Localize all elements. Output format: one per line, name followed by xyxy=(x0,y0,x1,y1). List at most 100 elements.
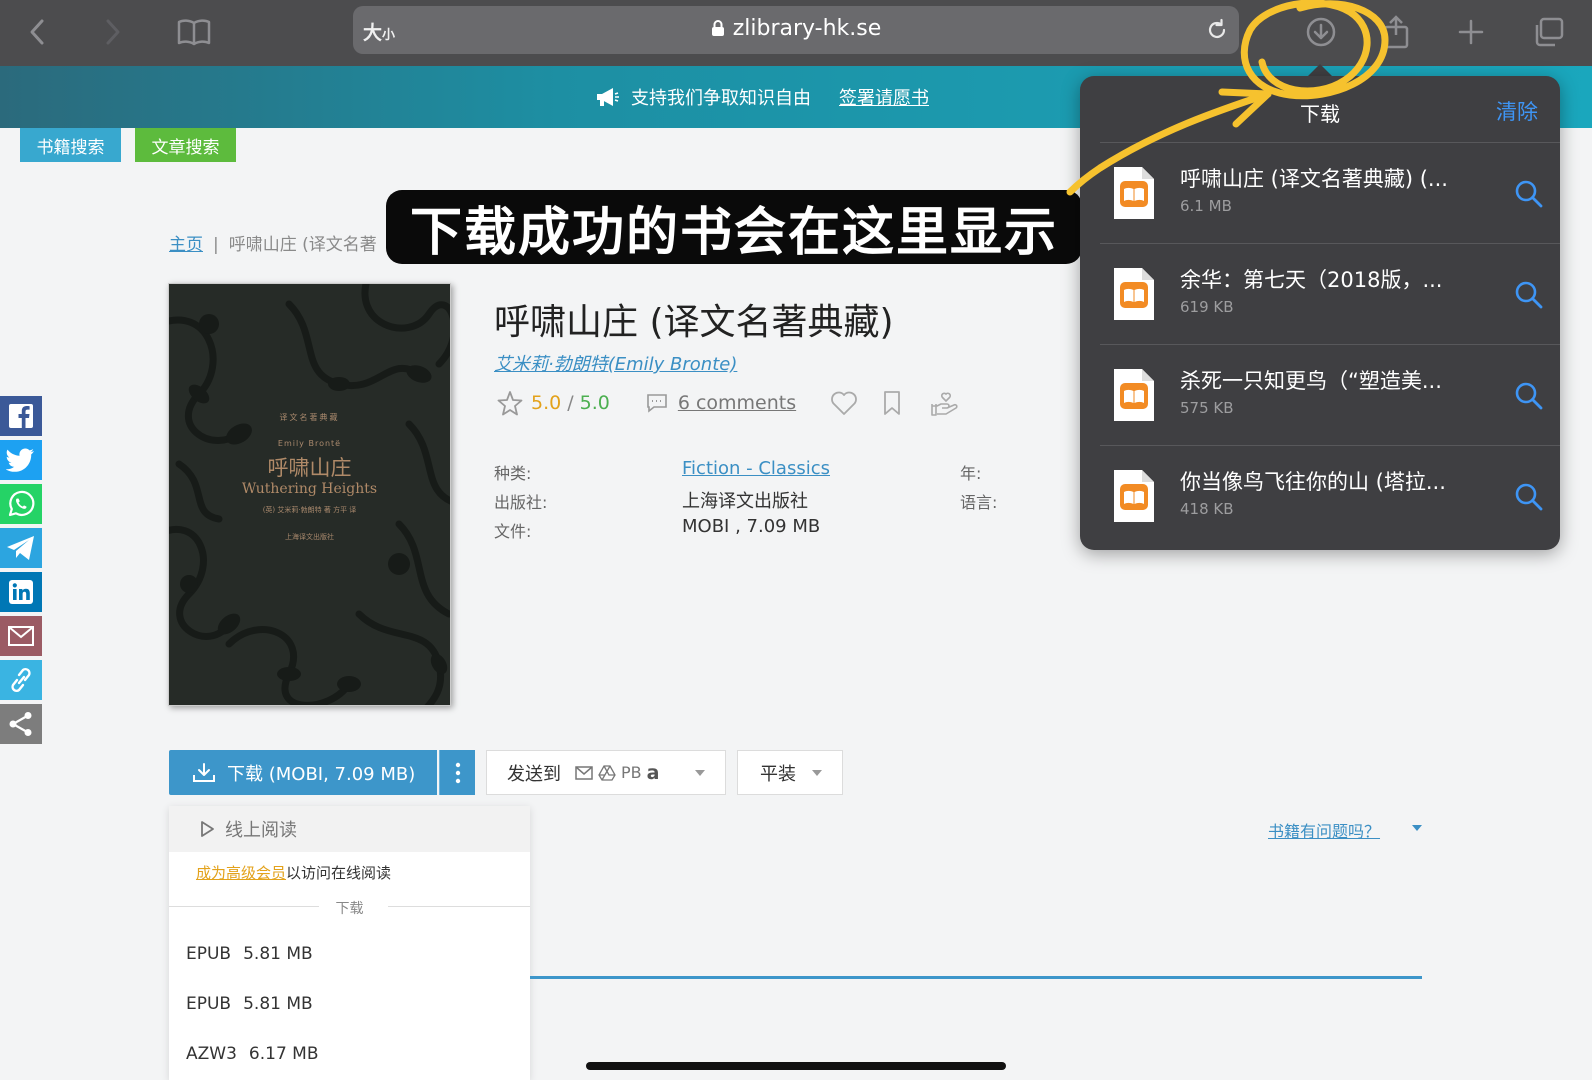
format-option[interactable]: EPUB 5.81 MB xyxy=(186,944,313,964)
book-cover[interactable]: 译文名著典藏 Emily Brontë 呼啸山庄 Wuthering Heigh… xyxy=(168,283,451,706)
clear-downloads-button[interactable]: 清除 xyxy=(1496,96,1538,126)
premium-link[interactable]: 成为高级会员 xyxy=(196,864,286,882)
publisher-label: 出版社: xyxy=(494,493,548,512)
megaphone-icon xyxy=(597,88,619,106)
whatsapp-share-button[interactable] xyxy=(0,484,42,524)
rating-row: 5.0 / 5.0 6 comments xyxy=(497,388,962,418)
download-item[interactable]: 余华：第七天（2018版，... 619 KB xyxy=(1100,243,1560,345)
download-item-size: 418 KB xyxy=(1180,500,1234,518)
category-label: 种类: xyxy=(494,464,532,483)
download-item-size: 575 KB xyxy=(1180,399,1234,417)
share-sheet-icon[interactable] xyxy=(1378,12,1414,52)
telegram-share-button[interactable] xyxy=(0,528,42,568)
comment-icon xyxy=(647,394,667,413)
year-label: 年: xyxy=(960,464,982,483)
download-dropdown: 线上阅读 成为高级会员以访问在线阅读 下载 EPUB 5.81 MB EPUB 5.… xyxy=(169,806,530,1080)
book-file-icon xyxy=(1114,167,1154,219)
twitter-icon xyxy=(6,448,34,472)
facebook-icon xyxy=(9,404,33,428)
book-title: 呼啸山庄 (译文名著典藏) xyxy=(494,302,894,343)
chevron-down-icon xyxy=(695,770,705,776)
banner-message: 支持我们争取知识自由 xyxy=(631,88,811,109)
download-item[interactable]: 你当像鸟飞往你的山 (塔拉... 418 KB xyxy=(1100,445,1560,547)
book-file-icon xyxy=(1114,470,1154,522)
book-file-icon xyxy=(1114,268,1154,320)
reload-icon[interactable] xyxy=(1205,18,1229,42)
tabs-overview-icon[interactable] xyxy=(1530,12,1566,52)
category-link[interactable]: Fiction - Classics xyxy=(682,458,830,479)
new-tab-icon[interactable] xyxy=(1454,12,1488,52)
bookmarks-icon[interactable] xyxy=(176,12,212,52)
forward-button[interactable] xyxy=(98,12,128,52)
share-icon xyxy=(9,712,32,736)
file-label: 文件: xyxy=(494,522,532,541)
tab-underline xyxy=(530,976,1422,979)
book-author-link[interactable]: 艾米莉·勃朗特(Emily Bronte) xyxy=(494,350,737,376)
twitter-share-button[interactable] xyxy=(0,440,42,480)
download-item[interactable]: 杀死一只知更鸟（“塑造美... 575 KB xyxy=(1100,344,1560,446)
download-item-name: 你当像鸟飞往你的山 (塔拉... xyxy=(1180,470,1446,494)
breadcrumb-home-link[interactable]: 主页 xyxy=(169,235,203,255)
publisher-value: 上海译文出版社 xyxy=(682,491,808,512)
email-icon xyxy=(8,626,34,646)
download-item-name: 呼啸山庄 (译文名著典藏) (... xyxy=(1180,167,1448,191)
rating-separator: / xyxy=(567,392,574,414)
binding-select[interactable]: 平装 xyxy=(737,750,843,795)
linkedin-icon xyxy=(9,580,33,604)
star-icon[interactable] xyxy=(497,390,523,416)
download-button[interactable]: 下载 (MOBI, 7.09 MB) xyxy=(169,750,437,795)
address-bar[interactable]: 大小 zlibrary-hk.se xyxy=(353,6,1239,54)
chevron-down-icon xyxy=(812,770,822,776)
send-to-button[interactable]: 发送到 PB a xyxy=(486,750,726,795)
read-online-item[interactable]: 线上阅读 xyxy=(169,806,530,852)
book-file-icon xyxy=(1114,369,1154,421)
play-icon xyxy=(201,821,214,837)
magnifier-icon[interactable] xyxy=(1514,280,1544,310)
download-item-size: 619 KB xyxy=(1180,298,1234,316)
book-problem-link[interactable]: 书籍有问题吗？ xyxy=(1268,818,1380,842)
download-options-button[interactable] xyxy=(439,750,475,795)
premium-note: 成为高级会员以访问在线阅读 xyxy=(196,864,392,882)
chevron-down-icon[interactable] xyxy=(1412,825,1422,831)
download-item[interactable]: 呼啸山庄 (译文名著典藏) (... 6.1 MB xyxy=(1100,142,1560,244)
facebook-share-button[interactable] xyxy=(0,396,42,436)
magnifier-icon[interactable] xyxy=(1514,179,1544,209)
heart-icon[interactable] xyxy=(830,390,858,416)
breadcrumb-current: 呼啸山庄 (译文名著 xyxy=(228,235,377,255)
downloads-icon[interactable] xyxy=(1303,12,1339,52)
donate-hand-icon[interactable] xyxy=(930,389,962,417)
magnifier-icon[interactable] xyxy=(1514,482,1544,512)
bookmark-icon[interactable] xyxy=(882,390,902,416)
rating-max: 5.0 xyxy=(579,392,610,414)
amazon-icon: a xyxy=(646,761,660,784)
more-vertical-icon xyxy=(455,762,460,783)
google-drive-icon xyxy=(598,764,616,781)
breadcrumb-separator: | xyxy=(213,235,219,255)
format-option[interactable]: AZW3 6.17 MB xyxy=(186,1044,319,1064)
tab-book-search[interactable]: 书籍搜索 xyxy=(20,128,121,162)
rating-value: 5.0 xyxy=(531,392,562,414)
petition-link[interactable]: 签署请愿书 xyxy=(839,84,929,110)
more-share-button[interactable] xyxy=(0,704,42,744)
video-caption: 下载成功的书会在这里显示 xyxy=(386,190,1082,264)
copy-link-button[interactable] xyxy=(0,660,42,700)
back-button[interactable] xyxy=(22,12,52,52)
email-icon xyxy=(575,765,593,780)
comments-link[interactable]: 6 comments xyxy=(646,392,796,414)
browser-toolbar: 大小 zlibrary-hk.se xyxy=(0,0,1592,66)
downloads-popover: 下载 清除 呼啸山庄 (译文名著典藏) (... 6.1 MB 余华：第七天（2… xyxy=(1080,76,1560,550)
file-value: MOBI , 7.09 MB xyxy=(682,516,821,537)
download-item-size: 6.1 MB xyxy=(1180,197,1232,215)
whatsapp-icon xyxy=(8,490,35,517)
breadcrumb: 主页 | 呼啸山庄 (译文名著 xyxy=(169,230,377,255)
home-indicator xyxy=(586,1062,1006,1070)
tab-article-search[interactable]: 文章搜索 xyxy=(135,128,236,162)
popover-title: 下载 xyxy=(1300,102,1340,126)
linkedin-share-button[interactable] xyxy=(0,572,42,612)
email-share-button[interactable] xyxy=(0,616,42,656)
download-item-name: 余华：第七天（2018版，... xyxy=(1180,268,1443,292)
telegram-icon xyxy=(7,536,34,560)
magnifier-icon[interactable] xyxy=(1514,381,1544,411)
format-option[interactable]: EPUB 5.81 MB xyxy=(186,994,313,1014)
language-label: 语言: xyxy=(960,493,998,512)
